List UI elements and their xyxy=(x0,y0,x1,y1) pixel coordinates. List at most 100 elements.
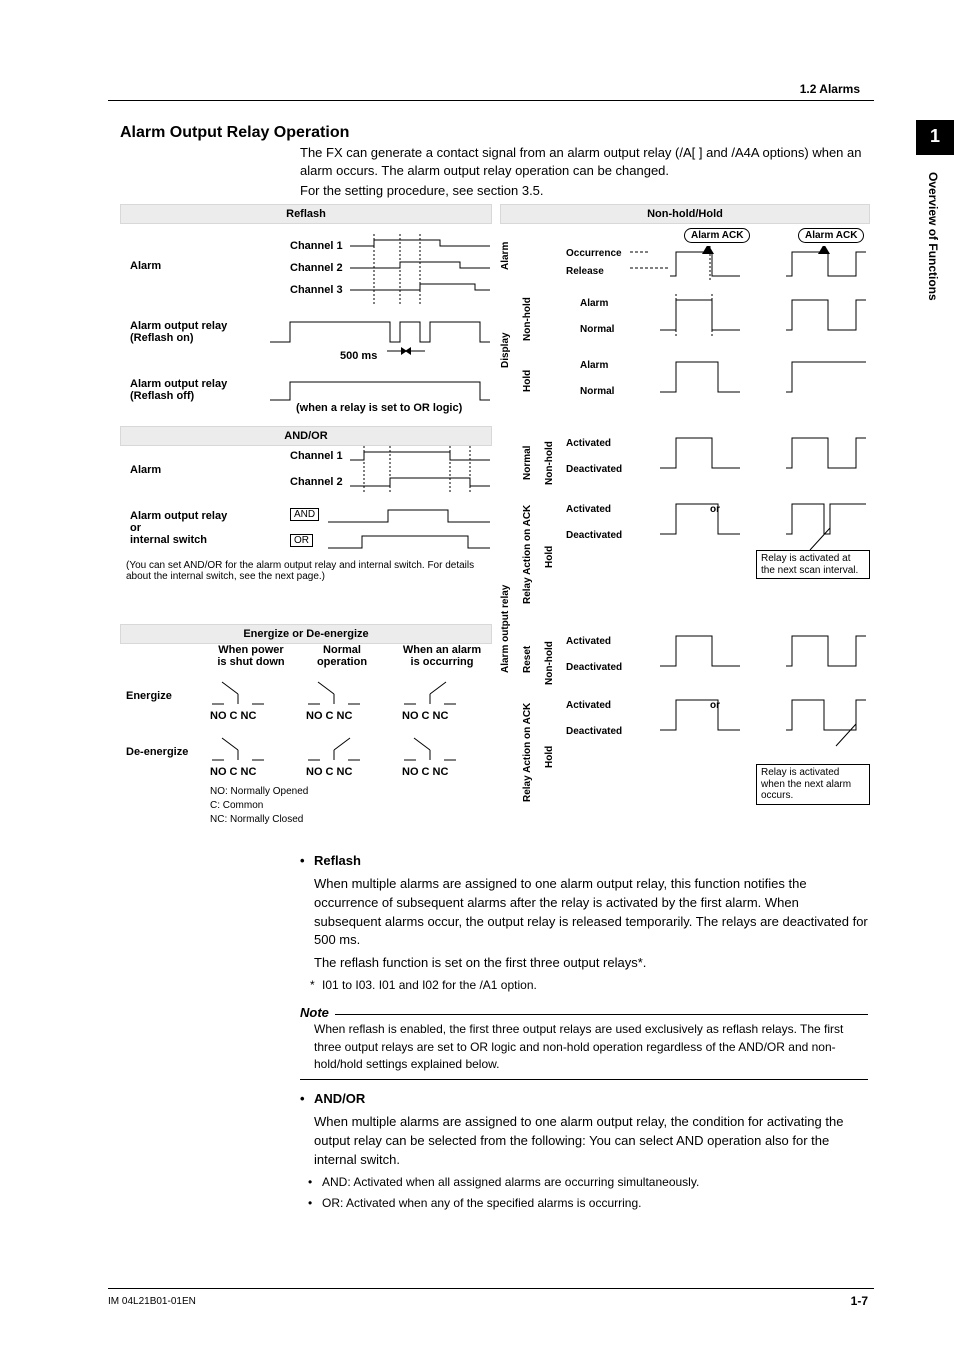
chapter-side-label: Overview of Functions xyxy=(916,172,954,352)
v-strip-2: Display xyxy=(500,290,518,410)
note-rule-bottom xyxy=(300,1079,868,1080)
note-body: When reflash is enabled, the first three… xyxy=(300,1021,868,1073)
wave-r2 xyxy=(660,498,866,558)
intro-block: The FX can generate a contact signal fro… xyxy=(300,144,868,203)
alarm-label2: Alarm xyxy=(130,464,161,476)
col-normal: Normal operation xyxy=(302,644,382,668)
section-ref: 1.2 Alarms xyxy=(800,82,860,96)
footer-rule xyxy=(108,1288,874,1289)
v3a: Non-hold xyxy=(544,434,562,492)
v2c: Normal xyxy=(522,434,540,492)
nocnc-2: NO C NC xyxy=(306,710,352,722)
header-rule xyxy=(108,100,874,101)
v-relay: Alarm output relay xyxy=(500,434,511,824)
ms500: 500 ms xyxy=(340,350,377,362)
relay-note-2: Relay is activated when the next alarm o… xyxy=(756,764,870,805)
legend-c: C: Common xyxy=(210,800,263,811)
deenergize-label: De-energize xyxy=(126,746,188,758)
wave-r1 xyxy=(660,432,866,476)
nocnc-1: NO C NC xyxy=(210,710,256,722)
release: Release xyxy=(566,266,604,277)
activated-3: Activated xyxy=(566,636,611,647)
ch3: Channel 3 xyxy=(290,284,343,296)
and-wave xyxy=(328,504,490,526)
or-box: OR xyxy=(290,534,313,547)
reflash-block: Alarm Channel 1 Channel 2 Channel 3 Alar… xyxy=(120,226,490,426)
v3b: Hold xyxy=(544,528,562,586)
v-hold-3: Hold xyxy=(544,728,555,786)
chapter-number: 1 xyxy=(916,126,954,147)
energize-label: Energize xyxy=(126,690,172,702)
alarm-wave-top xyxy=(630,246,866,282)
deactivated-1: Deactivated xyxy=(566,464,622,475)
figure-left-column: Reflash Alarm Channel 1 Channel 2 Channe… xyxy=(120,204,490,840)
v-strip-1: Alarm xyxy=(500,226,518,286)
legend-nc: NC: Normally Closed xyxy=(210,814,303,825)
andor-ch-timing xyxy=(350,446,490,492)
ch1b: Channel 1 xyxy=(290,450,343,462)
v-display: Display xyxy=(500,290,511,410)
reflash-on-wave xyxy=(270,316,490,352)
wave-r3 xyxy=(660,630,866,674)
intro-p2: For the setting procedure, see section 3… xyxy=(300,182,868,200)
relay-figure: Reflash Alarm Channel 1 Channel 2 Channe… xyxy=(120,204,868,840)
v2f: Relay Action on ACK xyxy=(522,692,540,812)
note-rule-top xyxy=(300,1014,868,1015)
deactivated-4: Deactivated xyxy=(566,726,622,737)
v-nonhold-1: Non-hold xyxy=(522,290,533,348)
andor-and: AND: Activated when all assigned alarms … xyxy=(300,1174,868,1191)
normal-row-1: Normal xyxy=(580,324,614,335)
page-title: Alarm Output Relay Operation xyxy=(120,124,349,142)
v3c: Non-hold xyxy=(544,634,562,692)
v-relay-ack-1: Relay Action on ACK xyxy=(522,494,533,614)
alarm-row-2: Alarm xyxy=(580,360,608,371)
and-box: AND xyxy=(290,508,319,521)
relay-note-1: Relay is activated at the next scan inte… xyxy=(756,550,870,579)
v-strip-3: Alarm output relay xyxy=(500,434,518,824)
andor-footnote: (You can set AND/OR for the alarm output… xyxy=(126,560,480,582)
activated-4: Activated xyxy=(566,700,611,711)
andor-heading: AND/OR xyxy=(300,1090,868,1109)
reflash-heading: Reflash xyxy=(300,852,868,871)
energize-block: When power is shut down Normal operation… xyxy=(120,634,490,840)
nocnc-6: NO C NC xyxy=(402,766,448,778)
occurrence: Occurrence xyxy=(566,248,622,259)
col-alarm: When an alarm is occurring xyxy=(394,644,490,668)
normal-row-2: Normal xyxy=(580,386,614,397)
andor-block: Alarm Channel 1 Channel 2 Alarm output r… xyxy=(120,434,490,624)
v-nonhold-3: Non-hold xyxy=(544,634,555,692)
body-text: Reflash When multiple alarms are assigne… xyxy=(300,852,868,1217)
nocnc-4: NO C NC xyxy=(210,766,256,778)
right-bar-nonhold: Non-hold/Hold xyxy=(500,204,870,224)
deactivated-3: Deactivated xyxy=(566,662,622,673)
activated-1: Activated xyxy=(566,438,611,449)
chapter-title: Overview of Functions xyxy=(926,172,940,301)
v-nonhold-2: Non-hold xyxy=(544,434,555,492)
reflash-ch-timing xyxy=(350,234,490,304)
v-normal: Normal xyxy=(522,434,533,492)
footer-page: 1-7 xyxy=(851,1294,868,1308)
figure-right-column: Non-hold/Hold Alarm Display Alarm output… xyxy=(500,204,868,840)
or-wave xyxy=(328,530,490,552)
ch2b: Channel 2 xyxy=(290,476,343,488)
alarm-label: Alarm xyxy=(130,260,161,272)
v2d: Relay Action on ACK xyxy=(522,494,540,614)
col-power: When power is shut down xyxy=(206,644,296,668)
chapter-tab: 1 xyxy=(916,120,954,155)
wave-hold-disp xyxy=(660,356,866,400)
ack-1: Alarm ACK xyxy=(684,228,750,243)
relay-reflash-off: Alarm output relay (Reflash off) xyxy=(130,378,270,402)
footer-doc-no: IM 04L21B01-01EN xyxy=(108,1296,196,1307)
andor-p1: When multiple alarms are assigned to one… xyxy=(300,1113,868,1170)
ch2: Channel 2 xyxy=(290,262,343,274)
reflash-star: I01 to I03. I01 and I02 for the /A1 opti… xyxy=(300,977,868,994)
activated-2: Activated xyxy=(566,504,611,515)
reflash-p1: When multiple alarms are assigned to one… xyxy=(300,875,868,950)
relay-or-int: Alarm output relay or internal switch xyxy=(130,510,270,546)
wave-r4 xyxy=(660,694,866,754)
nocnc-5: NO C NC xyxy=(306,766,352,778)
relay-symbols xyxy=(198,674,488,778)
v2e: Reset xyxy=(522,634,540,684)
v2b: Hold xyxy=(522,352,540,410)
nocnc-3: NO C NC xyxy=(402,710,448,722)
